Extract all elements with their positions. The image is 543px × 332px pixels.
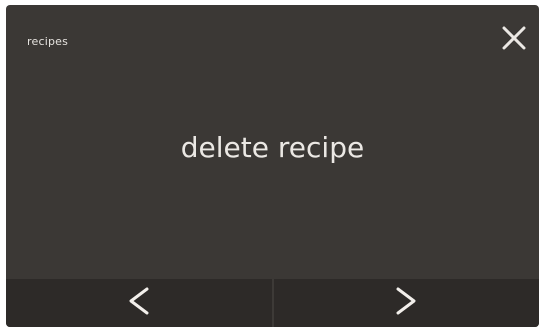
previous-button[interactable] — [6, 279, 272, 327]
footer-navigation — [6, 279, 539, 327]
page-title: recipes — [27, 35, 69, 48]
delete-recipe-message: delete recipe — [180, 131, 365, 164]
next-button[interactable] — [271, 279, 540, 327]
chevron-right-icon — [394, 286, 418, 320]
recipe-dialog-screen: recipes delete recipe — [6, 5, 539, 327]
close-button[interactable] — [497, 23, 531, 57]
chevron-left-icon — [127, 286, 151, 320]
close-icon — [501, 25, 527, 55]
